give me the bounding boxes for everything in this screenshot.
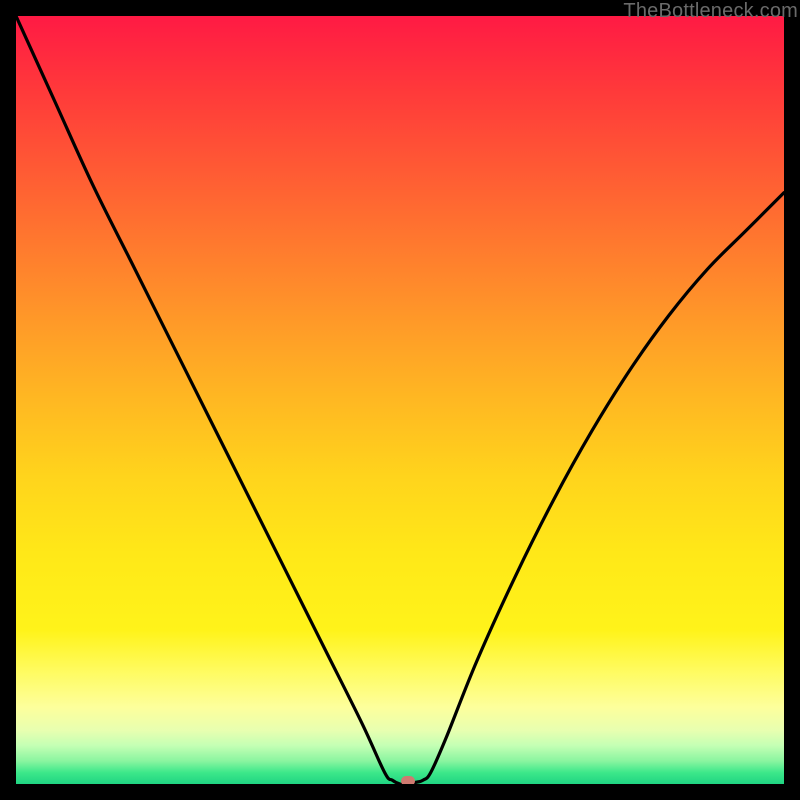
plot-area	[16, 16, 784, 784]
chart-frame: TheBottleneck.com	[0, 0, 800, 800]
watermark-text: TheBottleneck.com	[623, 0, 798, 23]
gradient-background	[16, 16, 784, 784]
optimal-point-marker	[401, 776, 415, 784]
